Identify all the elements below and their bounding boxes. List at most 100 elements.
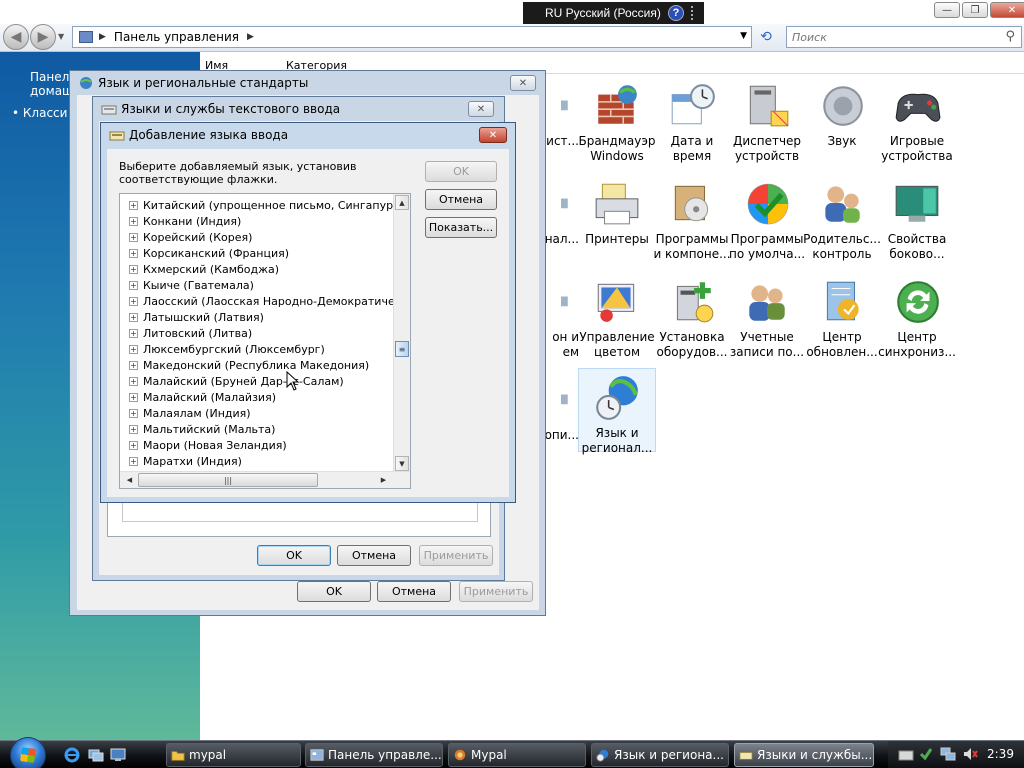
language-tree-list[interactable]: + Китайский (упрощенное письмо, Сингапур)… bbox=[119, 193, 411, 489]
regional-ok-button[interactable]: OK bbox=[297, 581, 371, 602]
maximize-button[interactable]: ❐ bbox=[962, 2, 988, 18]
text-services-titlebar[interactable]: Языки и службы текстового ввода bbox=[93, 97, 504, 121]
expand-icon[interactable]: + bbox=[129, 408, 138, 418]
control-panel-item-date-time[interactable]: Дата и время bbox=[653, 80, 731, 164]
language-tree-item[interactable]: + Малаялам (Индия) bbox=[120, 405, 251, 421]
scroll-thumb[interactable]: ≡ bbox=[395, 341, 409, 357]
text-services-ok-button[interactable]: OK bbox=[257, 545, 331, 566]
clock[interactable]: 2:39 bbox=[987, 747, 1014, 761]
expand-icon[interactable]: + bbox=[129, 328, 138, 338]
keyboard-layout-icon[interactable] bbox=[898, 746, 914, 762]
network-icon[interactable] bbox=[940, 746, 956, 762]
language-bar-grip[interactable] bbox=[691, 6, 699, 20]
language-tree-item[interactable]: + Корейский (Корея) bbox=[120, 229, 252, 245]
switch-windows-icon[interactable] bbox=[88, 747, 104, 763]
taskbar-button-2[interactable]: Панель управле... bbox=[305, 743, 443, 767]
volume-muted-icon[interactable] bbox=[962, 746, 978, 762]
control-panel-item-sound[interactable]: Звук bbox=[803, 80, 881, 149]
expand-icon[interactable]: + bbox=[129, 344, 138, 354]
taskbar-button-5[interactable]: Языки и службы... bbox=[734, 743, 874, 767]
language-tree-item[interactable]: + Малайский (Бруней Дар-эс-Салам) bbox=[120, 373, 344, 389]
expand-icon[interactable]: + bbox=[129, 248, 138, 258]
add-language-close-button[interactable]: ✕ bbox=[479, 127, 507, 143]
taskbar-button-1[interactable]: mypal bbox=[166, 743, 301, 767]
expand-icon[interactable]: + bbox=[129, 280, 138, 290]
scroll-up-icon[interactable]: ▲ bbox=[395, 195, 409, 210]
language-tree-item[interactable]: + Маори (Новая Зеландия) bbox=[120, 437, 287, 453]
language-tree-item[interactable]: + Люксембургский (Люксембург) bbox=[120, 341, 325, 357]
expand-icon[interactable]: + bbox=[129, 200, 138, 210]
control-panel-item-color-management[interactable]: Управление цветом bbox=[578, 276, 656, 360]
language-tree-item[interactable]: + Китайский (упрощенное письмо, Сингапур) bbox=[120, 197, 395, 213]
control-panel-item-user-accounts[interactable]: Учетные записи по... bbox=[728, 276, 806, 360]
back-button[interactable]: ◀ bbox=[3, 24, 29, 50]
language-list-vertical-scrollbar[interactable]: ▲ ≡ ▼ bbox=[393, 194, 410, 473]
expand-icon[interactable]: + bbox=[129, 376, 138, 386]
expand-icon[interactable]: + bbox=[129, 392, 138, 402]
control-panel-item-windows-update[interactable]: Центр обновлен... bbox=[803, 276, 881, 360]
language-tree-item[interactable]: + Македонский (Республика Македония) bbox=[120, 357, 369, 373]
search-box[interactable]: ⚲ bbox=[786, 26, 1022, 48]
expand-icon[interactable]: + bbox=[129, 424, 138, 434]
taskbar-button-3[interactable]: Mypal bbox=[448, 743, 586, 767]
control-panel-item-default-programs[interactable]: Программы по умолча... bbox=[728, 178, 806, 262]
language-tree-item[interactable]: + Маратхи (Индия) bbox=[120, 453, 242, 469]
expand-icon[interactable]: + bbox=[129, 456, 138, 466]
control-panel-item-sidebar-properties[interactable]: Свойства боково... bbox=[878, 178, 956, 262]
scroll-left-icon[interactable]: ◀ bbox=[122, 473, 137, 487]
minimize-button[interactable]: — bbox=[934, 2, 960, 18]
expand-icon[interactable]: + bbox=[129, 216, 138, 226]
text-services-cancel-button[interactable]: Отмена bbox=[337, 545, 411, 566]
language-tree-item[interactable]: + Кхмерский (Камбоджа) bbox=[120, 261, 279, 277]
close-button[interactable]: ✕ bbox=[990, 2, 1024, 18]
refresh-icon[interactable]: ⟲ bbox=[754, 27, 778, 47]
address-dropdown-icon[interactable]: ▼ bbox=[740, 31, 747, 41]
language-list-horizontal-scrollbar[interactable]: ◀ ||| ▶ bbox=[120, 471, 410, 488]
control-panel-item-printer[interactable]: Принтеры bbox=[578, 178, 656, 247]
control-panel-item-regional-options[interactable]: Язык и регионал... bbox=[578, 368, 656, 455]
security-center-icon[interactable] bbox=[918, 746, 934, 762]
language-tree-item[interactable]: + Кыиче (Гватемала) bbox=[120, 277, 254, 293]
horizontal-scroll-thumb[interactable]: ||| bbox=[138, 473, 318, 487]
sidebar-link-home-line2[interactable]: домаш bbox=[30, 84, 73, 98]
add-language-titlebar[interactable]: Добавление языка ввода bbox=[101, 123, 515, 147]
control-panel-item-sync-center[interactable]: Центр синхрониз... bbox=[878, 276, 956, 360]
expand-icon[interactable]: + bbox=[129, 360, 138, 370]
add-language-show-button[interactable]: Показать... bbox=[425, 217, 497, 238]
language-tree-item[interactable]: + Мальтийский (Мальта) bbox=[120, 421, 275, 437]
breadcrumb-chevron-icon[interactable]: ▶ bbox=[99, 32, 106, 42]
breadcrumb-control-panel[interactable]: Панель управления bbox=[114, 30, 239, 44]
control-panel-item-programs-features[interactable]: Программы и компоне... bbox=[653, 178, 731, 262]
expand-icon[interactable]: + bbox=[129, 312, 138, 322]
add-language-ok-button[interactable]: OK bbox=[425, 161, 497, 182]
address-bar[interactable]: ▶ Панель управления ▶ ▼ bbox=[72, 26, 752, 48]
breadcrumb-chevron-icon[interactable]: ▶ bbox=[247, 32, 254, 42]
history-dropdown-icon[interactable]: ▼ bbox=[58, 32, 64, 41]
add-language-cancel-button[interactable]: Отмена bbox=[425, 189, 497, 210]
language-tree-item[interactable]: + Корсиканский (Франция) bbox=[120, 245, 289, 261]
text-services-apply-button[interactable]: Применить bbox=[419, 545, 493, 566]
language-tree-item[interactable]: + Конкани (Индия) bbox=[120, 213, 241, 229]
sidebar-link-classic-view[interactable]: • Класси bbox=[12, 106, 67, 120]
control-panel-item-add-hardware[interactable]: Установка оборудов... bbox=[653, 276, 731, 360]
forward-button[interactable]: ▶ bbox=[30, 24, 56, 50]
expand-icon[interactable]: + bbox=[129, 232, 138, 242]
regional-cancel-button[interactable]: Отмена bbox=[377, 581, 451, 602]
show-desktop-icon[interactable] bbox=[110, 747, 126, 763]
control-panel-item-game-controller[interactable]: Игровые устройства bbox=[878, 80, 956, 164]
help-icon[interactable]: ? bbox=[668, 5, 684, 21]
language-tree-item[interactable]: + Латышский (Латвия) bbox=[120, 309, 264, 325]
text-services-close-button[interactable]: ✕ bbox=[468, 101, 494, 117]
scroll-down-icon[interactable]: ▼ bbox=[395, 456, 409, 471]
search-icon[interactable]: ⚲ bbox=[1005, 29, 1015, 44]
regional-dialog-close-button[interactable]: ✕ bbox=[510, 75, 536, 91]
taskbar-button-4[interactable]: Язык и регионa... bbox=[591, 743, 729, 767]
control-panel-item-parental-controls[interactable]: Родительс... контроль bbox=[803, 178, 881, 262]
internet-explorer-icon[interactable] bbox=[64, 747, 80, 763]
control-panel-item-firewall[interactable]: Брандмауэр Windows bbox=[578, 80, 656, 164]
language-bar[interactable]: RU Русский (Россия) ? bbox=[523, 2, 704, 24]
regional-apply-button[interactable]: Применить bbox=[459, 581, 533, 602]
control-panel-item-device-manager[interactable]: Диспетчер устройств bbox=[728, 80, 806, 164]
language-tree-item[interactable]: + Литовский (Литва) bbox=[120, 325, 252, 341]
scroll-right-icon[interactable]: ▶ bbox=[376, 473, 391, 487]
